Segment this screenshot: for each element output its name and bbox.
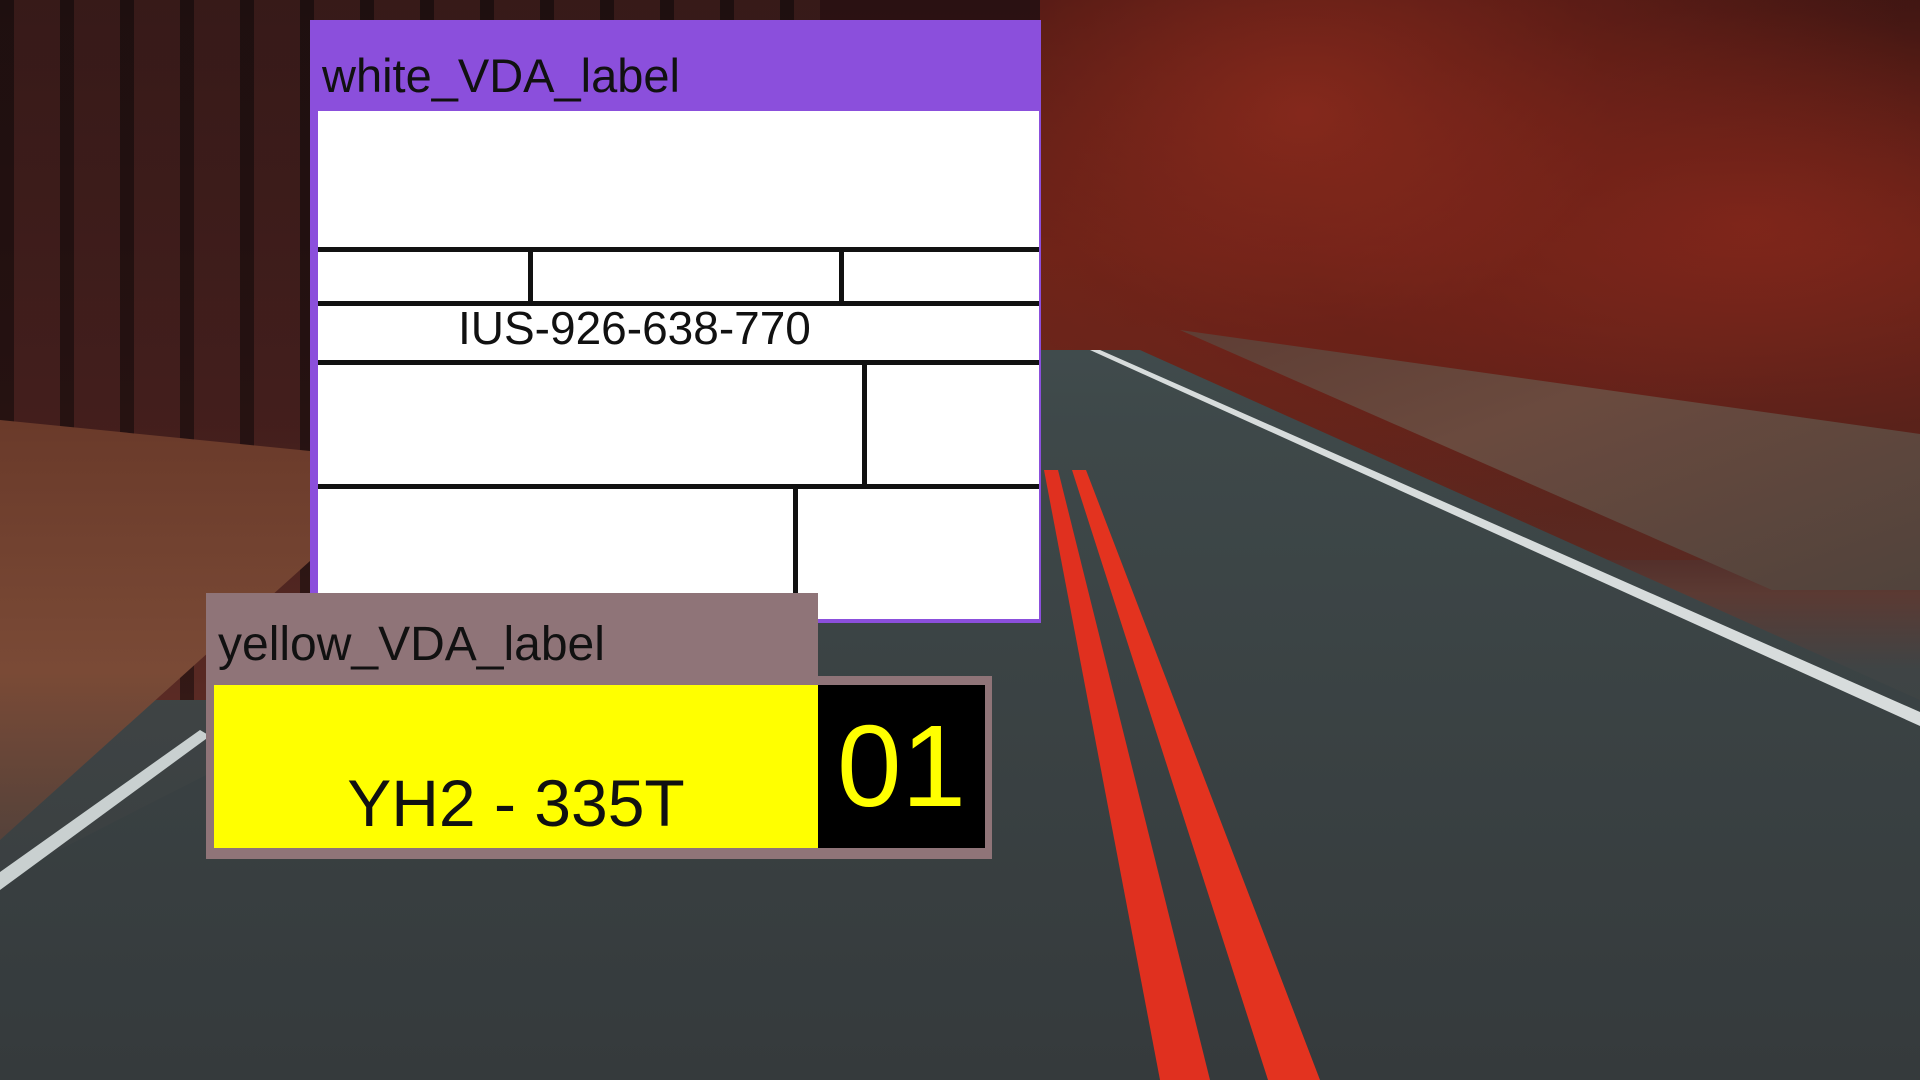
white-vda-label-title: white_VDA_label — [322, 49, 680, 102]
white-vda-label-annotation[interactable]: white_VDA_label IUS-926-638-770 — [310, 20, 1041, 623]
yellow-label-number: 01 — [836, 701, 967, 831]
label-divider — [318, 360, 1039, 365]
white-label-code: IUS-926-638-770 — [458, 302, 811, 354]
label-divider — [528, 247, 533, 305]
label-divider — [318, 247, 1039, 252]
yellow-label-main-field: YH2 - 335T — [214, 685, 818, 848]
label-divider — [862, 360, 867, 488]
yellow-vda-label-container: YH2 - 335T 01 — [206, 593, 992, 859]
label-divider — [839, 247, 844, 305]
yellow-label-number-field: 01 — [818, 685, 985, 848]
label-divider — [318, 484, 1039, 489]
yellow-label-code: YH2 - 335T — [347, 766, 685, 840]
white-vda-label: IUS-926-638-770 — [318, 111, 1039, 619]
